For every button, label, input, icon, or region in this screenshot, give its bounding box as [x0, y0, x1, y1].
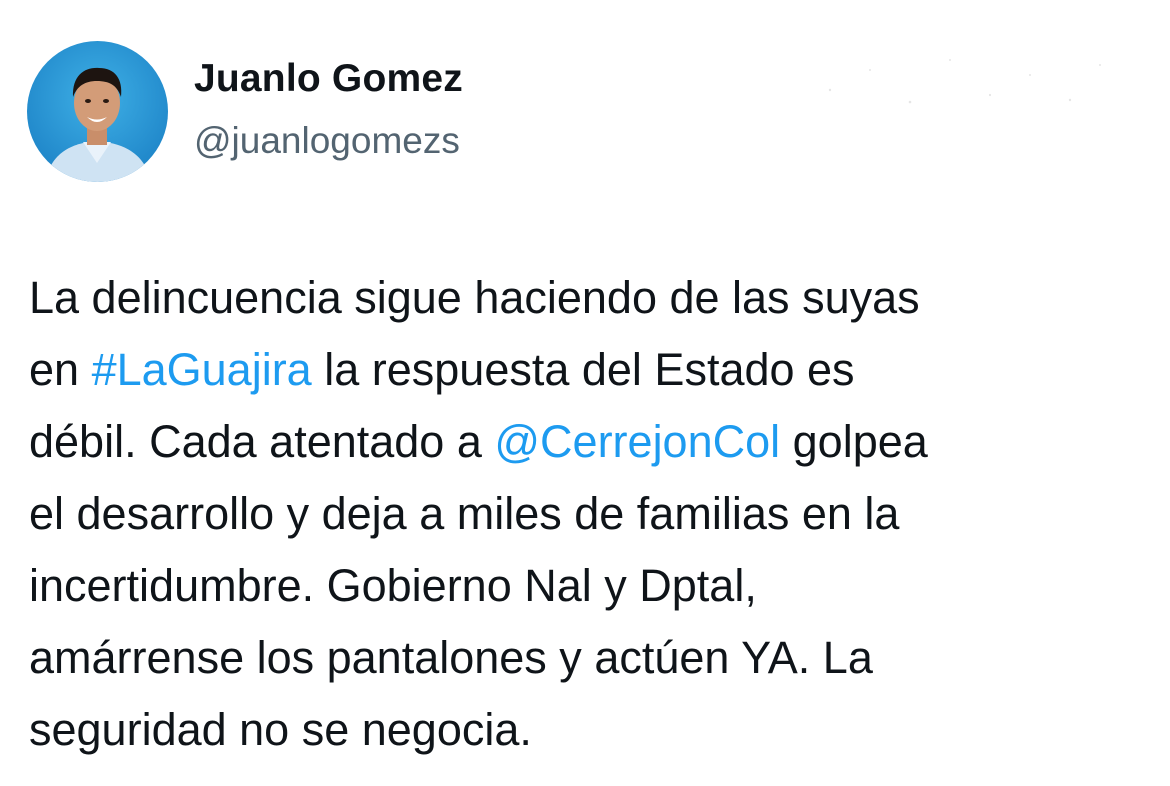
tweet-text-segment: el desarrollo y deja a miles de familias… [29, 488, 900, 539]
tweet-text-segment: incertidumbre. Gobierno Nal y Dptal, [29, 560, 757, 611]
hashtag-link[interactable]: #LaGuajira [92, 344, 312, 395]
author-handle[interactable]: @juanlogomezs [194, 120, 460, 162]
tweet-text-segment: seguridad no se negocia. [29, 704, 532, 755]
tweet-text-segment: La delincuencia sigue haciendo de las su… [29, 272, 920, 323]
tweet-text-segment: débil. Cada atentado a [29, 416, 495, 467]
tweet-text: La delincuencia sigue haciendo de las su… [29, 262, 1149, 766]
tweet-text-line: el desarrollo y deja a miles de familias… [29, 478, 1149, 550]
author-display-name[interactable]: Juanlo Gomez [194, 57, 463, 101]
tweet-text-segment: la respuesta del Estado es [311, 344, 855, 395]
tweet-card: Juanlo Gomez @juanlogomezs La delincuenc… [0, 0, 1170, 786]
tweet-text-segment: amárrense los pantalones y actúen YA. La [29, 632, 873, 683]
tweet-text-line: en #LaGuajira la respuesta del Estado es [29, 334, 1149, 406]
scan-noise-decoration [828, 59, 1101, 104]
tweet-text-line: incertidumbre. Gobierno Nal y Dptal, [29, 550, 1149, 622]
tweet-text-line: débil. Cada atentado a @CerrejonCol golp… [29, 406, 1149, 478]
author-avatar[interactable] [27, 41, 168, 182]
tweet-text-segment: golpea [780, 416, 928, 467]
mention-link[interactable]: @CerrejonCol [494, 416, 780, 467]
profile-photo-icon [27, 41, 168, 182]
tweet-text-line: La delincuencia sigue haciendo de las su… [29, 262, 1149, 334]
tweet-text-line: amárrense los pantalones y actúen YA. La [29, 622, 1149, 694]
tweet-text-line: seguridad no se negocia. [29, 694, 1149, 766]
tweet-text-segment: en [29, 344, 92, 395]
